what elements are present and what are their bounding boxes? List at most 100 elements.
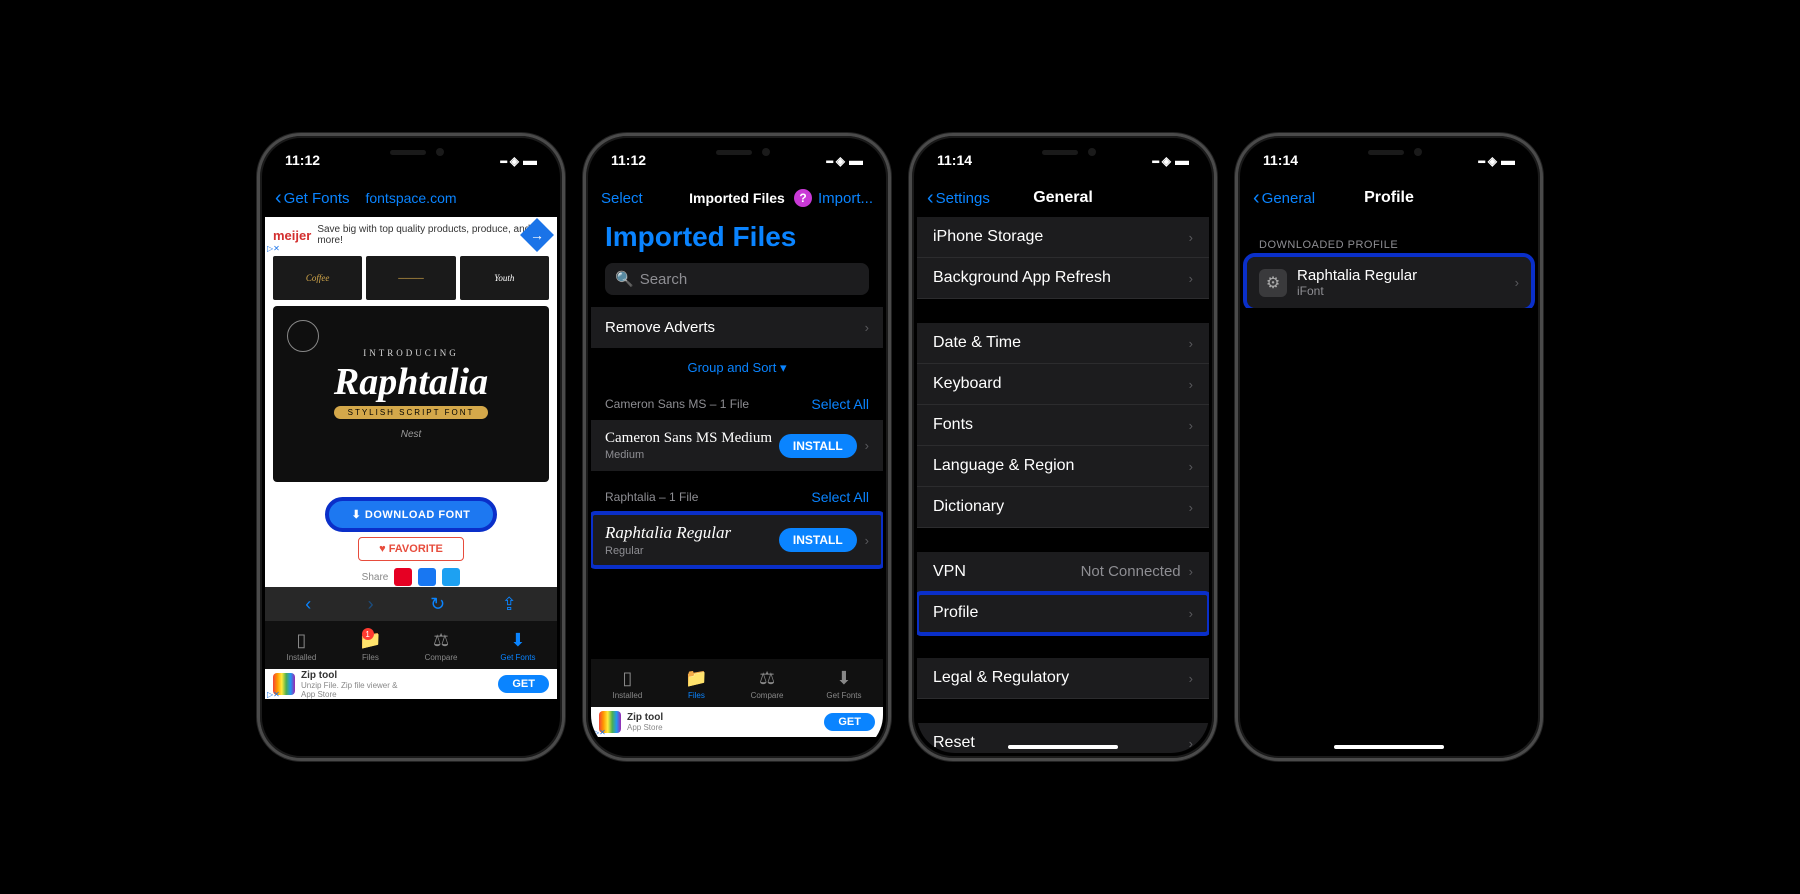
gear-icon: ⚙ <box>1259 269 1287 297</box>
time: 11:14 <box>1263 152 1298 168</box>
select-all-link[interactable]: Select All <box>811 396 869 412</box>
thumb-youth[interactable]: Youth <box>460 256 549 300</box>
chevron-right-icon: › <box>1515 275 1519 290</box>
browser-share-icon[interactable]: ⇪ <box>502 594 517 615</box>
tab-installed[interactable]: ▯Installed <box>286 630 316 662</box>
get-button[interactable]: GET <box>824 713 875 731</box>
cell-language-region[interactable]: Language & Region› <box>917 446 1209 487</box>
adchoices-icon: ▷✕ <box>267 690 280 699</box>
ad-brand: meijer <box>273 228 311 243</box>
cell-fonts[interactable]: Fonts› <box>917 405 1209 446</box>
notch <box>662 141 812 165</box>
profile-source: iFont <box>1297 284 1505 298</box>
vpn-status: Not Connected <box>1081 563 1181 580</box>
chevron-right-icon: › <box>1189 671 1193 686</box>
ad-sub: Unzip File. Zip file viewer & <box>301 681 397 690</box>
cell-background-refresh[interactable]: Background App Refresh› <box>917 258 1209 299</box>
tab-compare[interactable]: ⚖Compare <box>425 630 458 662</box>
section-header: DOWNLOADED PROFILE <box>1243 217 1535 257</box>
nav-bar: ‹Get Fonts fontspace.com <box>265 179 557 217</box>
select-button[interactable]: Select <box>601 190 643 207</box>
back-button[interactable]: ‹Settings <box>927 187 990 210</box>
phone-icon: ▯ <box>296 630 306 651</box>
notch <box>988 141 1138 165</box>
chevron-right-icon: › <box>1189 459 1193 474</box>
chevron-right-icon: › <box>1189 377 1193 392</box>
phone-4: 11:14 ‹General Profile DOWNLOADED PROFIL… <box>1235 133 1543 761</box>
font-row-cameron[interactable]: Cameron Sans MS MediumMedium INSTALL› <box>591 420 883 471</box>
browser-toolbar: ‹ › ↻ ⇪ <box>265 587 557 621</box>
cell-date-time[interactable]: Date & Time› <box>917 323 1209 364</box>
cell-iphone-storage[interactable]: iPhone Storage› <box>917 217 1209 258</box>
chevron-right-icon: › <box>1189 736 1193 751</box>
chevron-right-icon: › <box>1189 271 1193 286</box>
ad-title: Zip tool <box>301 670 397 681</box>
pinterest-icon[interactable] <box>394 568 412 586</box>
scale-icon: ⚖ <box>433 630 449 651</box>
adchoices-icon: ▷✕ <box>593 728 606 737</box>
share-label: Share <box>362 572 389 583</box>
home-indicator[interactable] <box>1008 745 1118 749</box>
actions: ⬇ DOWNLOAD FONT ♥ FAVORITE <box>265 490 557 567</box>
download-font-button[interactable]: ⬇ DOWNLOAD FONT <box>328 500 495 529</box>
time: 11:14 <box>937 152 972 168</box>
chevron-right-icon: › <box>865 438 869 453</box>
tab-installed[interactable]: ▯Installed <box>612 668 642 700</box>
status-icons <box>500 152 537 168</box>
ad-text: Save big with top quality products, prod… <box>317 224 549 246</box>
import-button[interactable]: ?Import... <box>794 189 873 207</box>
home-indicator[interactable] <box>356 745 466 749</box>
twitter-icon[interactable] <box>442 568 460 586</box>
phone-2: 11:12 Select Imported Files ?Import... I… <box>583 133 891 761</box>
cell-vpn[interactable]: VPNNot Connected› <box>917 552 1209 593</box>
chevron-right-icon: › <box>1189 564 1193 579</box>
tab-get-fonts[interactable]: ⬇Get Fonts <box>500 630 535 662</box>
select-all-link[interactable]: Select All <box>811 489 869 505</box>
chevron-right-icon: › <box>1189 418 1193 433</box>
share-row: Share <box>265 567 557 587</box>
tab-files[interactable]: 📁Files <box>685 668 707 700</box>
chevron-right-icon: › <box>1189 230 1193 245</box>
cell-dictionary[interactable]: Dictionary› <box>917 487 1209 528</box>
browser-back-icon[interactable]: ‹ <box>305 594 311 615</box>
profile-row-raphtalia[interactable]: ⚙ Raphtalia RegulariFont › <box>1247 257 1531 308</box>
status-icons <box>1478 152 1515 168</box>
back-button[interactable]: ‹General <box>1253 187 1315 210</box>
search-input[interactable]: 🔍Search <box>605 263 869 295</box>
facebook-icon[interactable] <box>418 568 436 586</box>
tab-compare[interactable]: ⚖Compare <box>751 668 784 700</box>
back-button[interactable]: ‹Get Fonts <box>275 187 350 210</box>
hero-card: INTRODUCING Raphtalia STYLISH SCRIPT FON… <box>273 306 549 482</box>
ad-store: App Store <box>627 723 663 732</box>
nav-bar: ‹Settings General <box>917 179 1209 217</box>
status-icons <box>826 152 863 168</box>
cell-legal[interactable]: Legal & Regulatory› <box>917 658 1209 699</box>
ad-banner[interactable]: ▷✕ meijer Save big with top quality prod… <box>265 217 557 253</box>
install-button[interactable]: INSTALL <box>779 528 857 552</box>
cell-profile[interactable]: Profile› <box>917 593 1209 634</box>
font-row-raphtalia[interactable]: Raphtalia RegularRegular INSTALL› <box>591 513 883 567</box>
group-sort-link[interactable]: Group and Sort ▾ <box>591 348 883 388</box>
group-header-1: Cameron Sans MS – 1 FileSelect All <box>591 388 883 420</box>
help-icon[interactable]: ? <box>794 189 812 207</box>
phone-1: 11:12 ‹Get Fonts fontspace.com ▷✕ meijer… <box>257 133 565 761</box>
thumb-coffee[interactable]: Coffee <box>273 256 362 300</box>
hero: INTRODUCING Raphtalia STYLISH SCRIPT FON… <box>265 306 557 490</box>
home-indicator[interactable] <box>1334 745 1444 749</box>
tab-get-fonts[interactable]: ⬇Get Fonts <box>826 668 861 700</box>
thumb-2[interactable]: ──── <box>366 256 455 300</box>
hero-subtitle: STYLISH SCRIPT FONT <box>334 406 489 419</box>
profile-name: Raphtalia Regular <box>1297 267 1505 284</box>
bottom-ad[interactable]: ▷✕ Zip toolUnzip File. Zip file viewer &… <box>265 669 557 699</box>
home-indicator[interactable] <box>682 745 792 749</box>
nav-bar: Select Imported Files ?Import... <box>591 179 883 217</box>
bottom-ad[interactable]: ▷✕ Zip toolApp Store GET <box>591 707 883 737</box>
favorite-button[interactable]: ♥ FAVORITE <box>358 537 464 561</box>
get-button[interactable]: GET <box>498 675 549 693</box>
install-button[interactable]: INSTALL <box>779 434 857 458</box>
notch <box>336 141 486 165</box>
tab-files[interactable]: 1📁Files <box>359 630 381 662</box>
cell-keyboard[interactable]: Keyboard› <box>917 364 1209 405</box>
remove-adverts-cell[interactable]: Remove Adverts› <box>591 307 883 348</box>
browser-reload-icon[interactable]: ↻ <box>430 594 445 615</box>
